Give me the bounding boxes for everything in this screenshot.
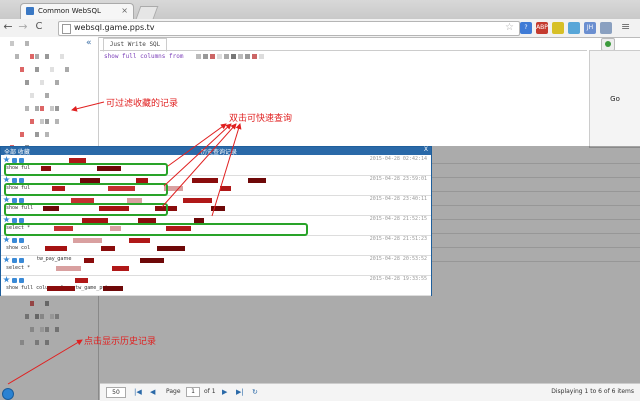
annotation-arrows xyxy=(7,101,242,385)
arrow-history xyxy=(7,339,83,385)
arrow-row-3 xyxy=(161,123,237,208)
arrow-filter xyxy=(71,101,105,112)
arrow-row-2 xyxy=(163,123,232,187)
